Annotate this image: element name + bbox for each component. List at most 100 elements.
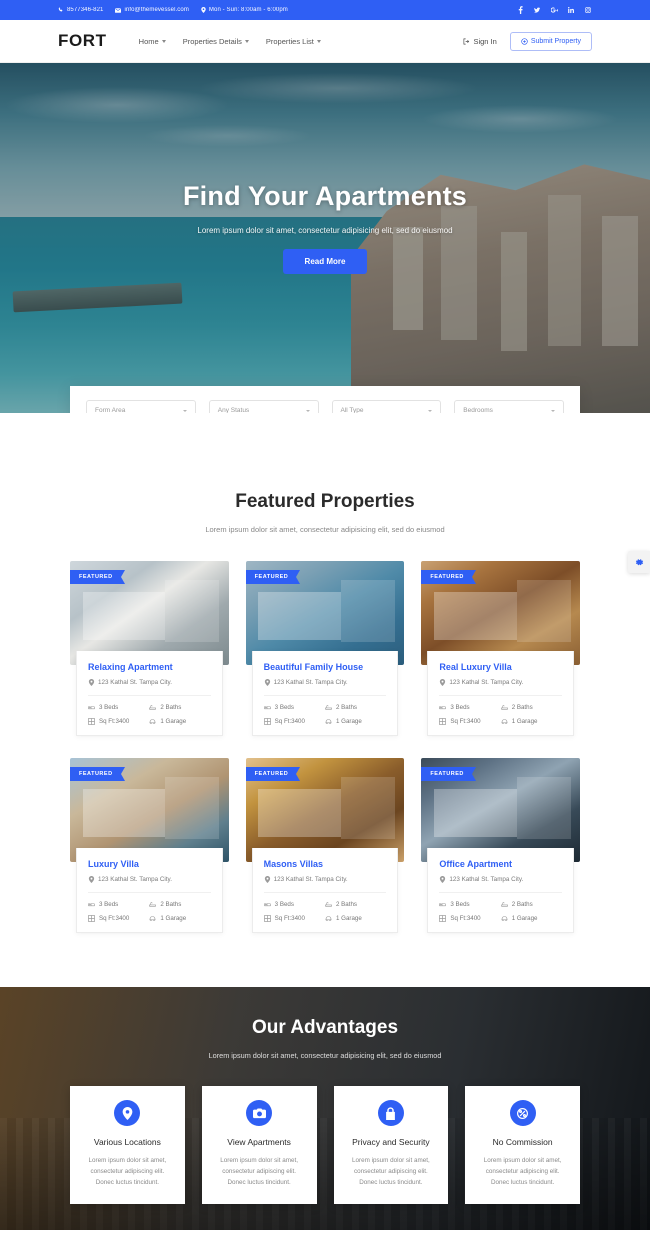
- area-icon: [88, 718, 95, 725]
- property-card[interactable]: FEATURED $850.00 month Relaxing Apartmen…: [70, 561, 229, 736]
- bed-icon: [263, 901, 271, 908]
- select-type[interactable]: All Type: [331, 400, 442, 413]
- spec-baths-text: 2 Baths: [160, 901, 182, 908]
- spec-sqft: Sq Ft:3400: [263, 915, 325, 922]
- spec-baths-text: 2 Baths: [336, 901, 357, 908]
- nav-item-properties-list-label: Properties List: [265, 36, 314, 46]
- nav-item-properties-details[interactable]: Properties Details: [183, 37, 249, 46]
- advantage-title: Privacy and Security: [352, 1137, 430, 1147]
- chevron-down-icon: [551, 409, 555, 412]
- property-address-text: 123 Kathal St. Tampa City.: [273, 876, 348, 883]
- garage-icon: [149, 915, 156, 922]
- nav-item-properties-list[interactable]: Properties List: [266, 37, 321, 46]
- spec-beds-text: 3 Beds: [99, 704, 119, 711]
- theme-settings-button[interactable]: [628, 551, 650, 573]
- google-plus-icon[interactable]: [550, 6, 558, 14]
- advantage-card[interactable]: No Commission Lorem ipsum dolor sit amet…: [465, 1086, 580, 1205]
- spec-beds: 3 Beds: [439, 901, 500, 908]
- advantage-text: Lorem ipsum dolor sit amet, consectetur …: [88, 1157, 167, 1187]
- social-links: [516, 6, 592, 14]
- no-commission-icon: [509, 1100, 536, 1126]
- advantage-card[interactable]: Various Locations Lorem ipsum dolor sit …: [70, 1086, 185, 1205]
- map-pin-icon: [439, 876, 446, 883]
- property-title[interactable]: Real Luxury Villa: [439, 662, 562, 672]
- bed-icon: [88, 901, 95, 908]
- spec-row: Sq Ft:3400 1 Garage: [439, 915, 562, 922]
- property-card[interactable]: FEATURED $850.00 month Real Luxury Villa…: [421, 561, 581, 736]
- spec-garage: 1 Garage: [149, 915, 210, 922]
- property-specs: 3 Beds 2 Baths Sq Ft:3400 1 Garage: [263, 695, 387, 725]
- map-pin-icon: [264, 876, 271, 883]
- property-specs: 3 Beds 2 Baths Sq Ft:3400 1 Garage: [439, 695, 563, 725]
- sign-in-button[interactable]: Sign In: [463, 36, 497, 46]
- spec-beds-text: 3 Beds: [450, 901, 470, 908]
- twitter-icon[interactable]: [533, 6, 541, 14]
- property-title[interactable]: Beautiful Family House: [264, 662, 387, 672]
- spec-garage-text: 1 Garage: [160, 915, 187, 922]
- featured-badge: FEATURED: [70, 570, 125, 584]
- property-title[interactable]: Office Apartment: [439, 859, 562, 869]
- property-specs: 3 Beds 2 Baths Sq Ft:3400 1 Garage: [439, 892, 563, 922]
- instagram-icon[interactable]: [584, 6, 592, 14]
- property-address: 123 Kathal St. Tampa City.: [439, 876, 562, 883]
- property-image[interactable]: FEATURED $850.00 month: [245, 561, 405, 665]
- property-image[interactable]: FEATURED $850.00 month: [421, 561, 581, 665]
- submit-property-button[interactable]: Submit Property: [509, 31, 592, 51]
- property-image[interactable]: FEATURED $850.00 month: [245, 758, 405, 862]
- submit-property-label: Submit Property: [530, 37, 581, 45]
- featured-properties-section: Featured Properties Lorem ipsum dolor si…: [0, 413, 650, 933]
- lock-icon: [377, 1100, 404, 1126]
- spec-garage: 1 Garage: [325, 915, 386, 922]
- select-bedrooms[interactable]: Bedrooms: [454, 400, 564, 413]
- property-image[interactable]: FEATURED $850.00 month: [70, 561, 229, 665]
- advantage-title: Various Locations: [93, 1137, 161, 1147]
- property-card[interactable]: FEATURED $850.00 month Office Apartment …: [421, 758, 581, 933]
- spec-row: Sq Ft:3400 1 Garage: [263, 718, 387, 725]
- phone-item[interactable]: 8577346-821: [58, 7, 103, 13]
- property-image[interactable]: FEATURED $850.00 month: [421, 758, 581, 862]
- select-form-area[interactable]: Form Area: [86, 400, 196, 413]
- select-bedrooms-value: Bedrooms: [463, 407, 493, 413]
- property-title[interactable]: Relaxing Apartment: [88, 662, 211, 672]
- garage-icon: [325, 915, 332, 922]
- spec-baths-text: 2 Baths: [160, 704, 182, 711]
- email-item[interactable]: info@themevessel.com: [115, 7, 189, 13]
- facebook-icon[interactable]: [516, 6, 524, 14]
- spec-sqft: Sq Ft:3400: [439, 718, 500, 725]
- advantage-text: Lorem ipsum dolor sit amet, consectetur …: [483, 1157, 562, 1187]
- property-cards-row-2: FEATURED $850.00 month Luxury Villa 123 …: [70, 758, 581, 933]
- property-card[interactable]: FEATURED $850.00 month Masons Villas 123…: [245, 758, 405, 933]
- advantage-card[interactable]: View Apartments Lorem ipsum dolor sit am…: [201, 1086, 317, 1205]
- property-card[interactable]: FEATURED $850.00 month Beautiful Family …: [245, 561, 405, 736]
- hero-subtitle: Lorem ipsum dolor sit amet, consectetur …: [197, 226, 453, 235]
- hero-title: Find Your Apartments: [182, 181, 468, 211]
- top-info-bar: 8577346-821 info@themevessel.com Mon - S…: [0, 0, 650, 20]
- select-type-value: All Type: [340, 407, 364, 413]
- spec-row: 3 Beds 2 Baths: [439, 901, 562, 908]
- advantage-card[interactable]: Privacy and Security Lorem ipsum dolor s…: [333, 1086, 449, 1205]
- property-search-panel: Form Area Any Status All Type Bedrooms: [70, 386, 580, 413]
- read-more-button[interactable]: Read More: [282, 249, 368, 274]
- property-image[interactable]: FEATURED $850.00 month: [70, 758, 229, 862]
- spec-beds: 3 Beds: [263, 901, 325, 908]
- spec-sqft: Sq Ft:3400: [439, 915, 500, 922]
- property-title[interactable]: Luxury Villa: [88, 859, 211, 869]
- select-status-value: Any Status: [217, 407, 250, 413]
- spec-row: 3 Beds 2 Baths: [263, 901, 387, 908]
- nav-actions: Sign In Submit Property: [463, 31, 592, 51]
- spec-sqft: Sq Ft:3400: [88, 915, 149, 922]
- bed-icon: [263, 704, 271, 711]
- spec-baths-text: 2 Baths: [511, 901, 533, 908]
- select-status[interactable]: Any Status: [208, 400, 319, 413]
- advantages-subtitle: Lorem ipsum dolor sit amet, consectetur …: [208, 1051, 442, 1060]
- property-card[interactable]: FEATURED $850.00 month Luxury Villa 123 …: [70, 758, 229, 933]
- spec-garage-text: 1 Garage: [511, 915, 538, 922]
- area-icon: [88, 915, 95, 922]
- spec-baths: 2 Baths: [149, 704, 210, 711]
- sign-in-label: Sign In: [473, 36, 497, 46]
- site-logo[interactable]: FORT: [58, 31, 107, 51]
- linkedin-icon[interactable]: [567, 6, 575, 14]
- nav-item-home[interactable]: Home: [139, 37, 166, 46]
- property-title[interactable]: Masons Villas: [264, 859, 387, 869]
- search-row-1: Form Area Any Status All Type Bedrooms: [86, 400, 564, 413]
